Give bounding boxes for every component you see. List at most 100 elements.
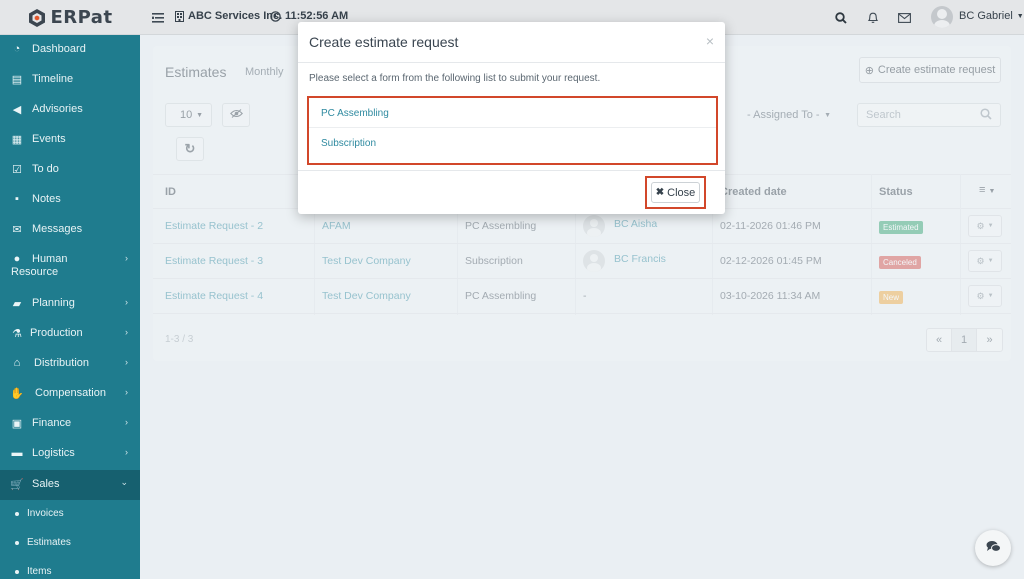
- logo-text: ERPat: [50, 7, 113, 28]
- column-visibility-button[interactable]: [222, 103, 250, 127]
- search-input[interactable]: Search: [857, 103, 1001, 127]
- sidebar-subitem-items[interactable]: Items: [15, 566, 51, 577]
- sidebar-item-dashboard[interactable]: ◔ Dashboard: [0, 43, 140, 57]
- sidebar-item-label: Timeline: [32, 73, 74, 85]
- form-option-subscription[interactable]: Subscription: [309, 129, 716, 157]
- sidebar-subitem-label: Invoices: [27, 508, 64, 519]
- search-icon[interactable]: [833, 10, 848, 25]
- sidebar-item-distribution[interactable]: ⌂ Distribution ›: [0, 357, 140, 371]
- page-size-select[interactable]: 10 ▼: [165, 103, 212, 127]
- sidebar-item-production[interactable]: ⚗ Production ›: [0, 327, 140, 341]
- client-link[interactable]: Test Dev Company: [322, 255, 411, 267]
- chat-icon: [986, 540, 1001, 556]
- user-menu[interactable]: BC Gabriel ▼: [959, 10, 1024, 22]
- megaphone-icon: ◀: [12, 103, 22, 116]
- sidebar-item-timeline[interactable]: ▤ Timeline: [0, 73, 140, 87]
- clock: 11:52:56 AM: [270, 10, 348, 22]
- column-menu-icon[interactable]: ≡ ▼: [979, 184, 995, 196]
- sidebar-item-planning[interactable]: ▰ Planning ›: [0, 297, 140, 311]
- bullet-icon: [15, 569, 19, 574]
- row-actions-button[interactable]: ⚙ ▼: [968, 250, 1002, 272]
- modal-title: Create estimate request: [309, 34, 459, 50]
- create-estimate-request-button[interactable]: ⊕ Create estimate request: [859, 57, 1001, 83]
- sidebar-item-advisories[interactable]: ◀ Advisories: [0, 103, 140, 117]
- sidebar-item-compensation[interactable]: ✋ Compensation ›: [0, 387, 140, 401]
- table-row[interactable]: Estimate Request - 4 Test Dev Company PC…: [153, 279, 1011, 314]
- close-icon[interactable]: ×: [706, 33, 714, 49]
- sidebar-item-label: Advisories: [32, 103, 83, 115]
- pagination-page-1[interactable]: 1: [952, 329, 977, 351]
- row-actions-button[interactable]: ⚙ ▼: [968, 285, 1002, 307]
- sidebar-item-label: Messages: [32, 223, 83, 235]
- sidebar-subitem-estimates[interactable]: Estimates: [15, 537, 71, 548]
- sidebar-item-notes[interactable]: ▪ Notes: [0, 193, 140, 207]
- company-name: ABC Services Inc.: [188, 10, 283, 22]
- caret-down-icon: ▼: [1016, 12, 1024, 20]
- sidebar-item-human-resource[interactable]: ● Human Resource ›: [0, 253, 140, 281]
- timeline-icon: ▤: [11, 73, 23, 86]
- user-avatar[interactable]: [931, 6, 953, 28]
- assignee-link[interactable]: BC Francis: [614, 253, 666, 265]
- sidebar-item-label: Dashboard: [32, 43, 86, 55]
- money-icon: ▣: [11, 417, 23, 430]
- chevron-right-icon: ›: [125, 253, 128, 263]
- sidebar-subitem-label: Items: [27, 566, 52, 577]
- table-row[interactable]: Estimate Request - 3 Test Dev Company Su…: [153, 244, 1011, 279]
- gears-icon: ⚙: [976, 255, 985, 266]
- calendar-icon: ▦: [11, 133, 23, 146]
- page-size-value: 10: [180, 109, 193, 121]
- divider: [298, 170, 725, 171]
- cart-icon: 🛒: [10, 478, 24, 491]
- envelope-icon[interactable]: [897, 10, 912, 25]
- estimate-id-link[interactable]: Estimate Request - 2: [165, 220, 263, 232]
- chevron-right-icon: ›: [125, 297, 128, 307]
- sidebar-item-todo[interactable]: ☑ To do: [0, 163, 140, 177]
- row-actions-button[interactable]: ⚙ ▼: [968, 215, 1002, 237]
- company-selector[interactable]: ABC Services Inc.: [175, 10, 282, 22]
- checkbox-icon: ☑: [12, 163, 22, 176]
- assigned-to-label: - Assigned To -: [747, 109, 820, 121]
- pagination-prev[interactable]: «: [927, 329, 952, 351]
- sidebar-item-messages[interactable]: ✉ Messages: [0, 223, 140, 237]
- tab-monthly[interactable]: Monthly: [245, 66, 284, 78]
- created-date: 02-11-2026 01:46 PM: [720, 220, 821, 232]
- sidebar-subitem-invoices[interactable]: Invoices: [15, 508, 64, 519]
- divider: [298, 62, 725, 63]
- menu-toggle-icon[interactable]: [150, 10, 165, 25]
- sidebar-item-label: Distribution: [34, 357, 90, 369]
- logo[interactable]: ERPat: [0, 0, 140, 35]
- note-icon: ▪: [15, 193, 19, 205]
- refresh-button[interactable]: ↻: [176, 137, 204, 161]
- sidebar-item-events[interactable]: ▦ Events: [0, 133, 140, 147]
- bell-icon[interactable]: [865, 10, 880, 25]
- assigned-to-filter[interactable]: - Assigned To - ▼: [743, 103, 835, 127]
- chevron-right-icon: ›: [125, 417, 128, 427]
- sidebar-item-logistics[interactable]: ▬ Logistics ›: [0, 447, 140, 461]
- chat-button[interactable]: [975, 530, 1011, 566]
- chevron-right-icon: ›: [125, 447, 128, 457]
- chevron-right-icon: ›: [125, 387, 128, 397]
- table-row[interactable]: Estimate Request - 2 AFAM PC Assembling …: [153, 209, 1011, 244]
- column-header-created-date[interactable]: Created date: [720, 186, 787, 198]
- estimate-id-link[interactable]: Estimate Request - 4: [165, 290, 263, 302]
- sidebar-item-sales[interactable]: 🛒 Sales ⌄: [0, 470, 140, 500]
- search-icon: [980, 107, 992, 123]
- sidebar-item-finance[interactable]: ▣ Finance ›: [0, 417, 140, 431]
- sidebar-item-label: Logistics: [32, 447, 75, 459]
- assignee-link[interactable]: BC Aisha: [614, 218, 657, 230]
- sidebar-item-label: Finance: [32, 417, 72, 429]
- column-header-status[interactable]: Status: [879, 186, 913, 198]
- close-button-highlight: ✖ Close: [645, 176, 706, 209]
- dashboard-icon: ◔: [13, 43, 21, 55]
- pagination-next[interactable]: »: [977, 329, 1002, 351]
- form-option-pc-assembling[interactable]: PC Assembling: [309, 100, 716, 128]
- estimate-id-link[interactable]: Estimate Request - 3: [165, 255, 263, 267]
- client-link[interactable]: AFAM: [322, 220, 351, 232]
- building-icon: [175, 10, 184, 22]
- column-header-id[interactable]: ID: [165, 186, 176, 198]
- close-button[interactable]: ✖ Close: [651, 182, 700, 203]
- client-link[interactable]: Test Dev Company: [322, 290, 411, 302]
- bullet-icon: [15, 540, 19, 545]
- status-badge: Canceled: [879, 256, 921, 269]
- logo-icon: [29, 8, 46, 27]
